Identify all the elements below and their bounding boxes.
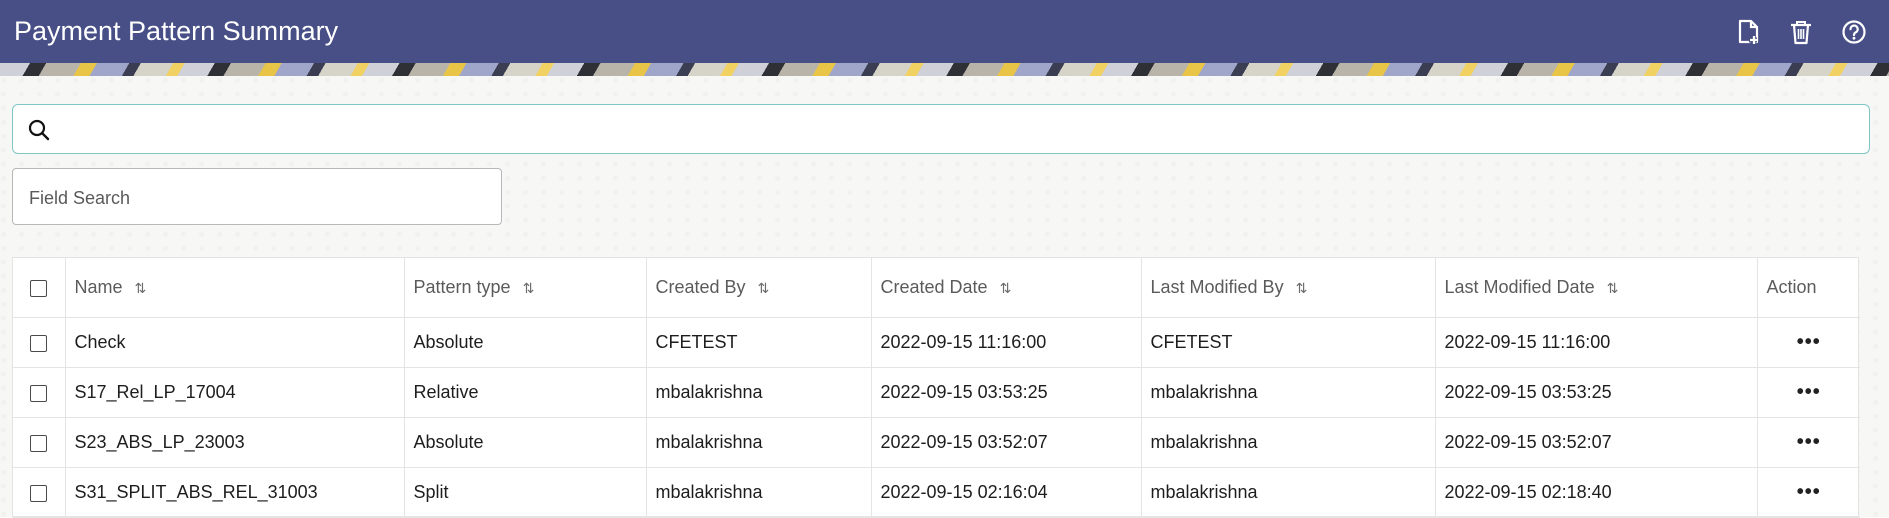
column-label: Name — [74, 277, 123, 297]
column-header-action: Action — [1757, 258, 1860, 318]
row-checkbox[interactable] — [30, 384, 48, 402]
cell-created-by: CFETEST — [646, 317, 872, 368]
table-row: S17_Rel_LP_17004 Relative mbalakrishna 2… — [13, 367, 1860, 418]
row-checkbox[interactable] — [30, 484, 48, 502]
cell-name[interactable]: S17_Rel_LP_17004 — [65, 367, 405, 418]
cell-pattern-type: Absolute — [404, 317, 647, 368]
row-select-cell — [13, 467, 66, 518]
column-label: Last Modified By — [1150, 277, 1284, 297]
more-actions-icon[interactable]: ••• — [1797, 381, 1821, 404]
table-row: S23_ABS_LP_23003 Absolute mbalakrishna 2… — [13, 417, 1860, 468]
cell-pattern-type: Absolute — [404, 417, 647, 468]
select-all-cell — [13, 258, 66, 318]
sort-icon[interactable]: ⇅ — [135, 280, 147, 297]
sort-icon[interactable]: ⇅ — [758, 280, 770, 297]
column-header-pattern-type[interactable]: Pattern type ⇅ — [404, 258, 647, 318]
cell-action: ••• — [1757, 467, 1860, 518]
column-header-last-modified-by[interactable]: Last Modified By ⇅ — [1141, 258, 1436, 318]
cell-created-by: mbalakrishna — [646, 417, 872, 468]
sort-icon[interactable]: ⇅ — [523, 280, 535, 297]
sort-icon[interactable]: ⇅ — [1000, 280, 1012, 297]
column-header-name[interactable]: Name ⇅ — [65, 258, 405, 318]
column-header-created-by[interactable]: Created By ⇅ — [646, 258, 872, 318]
column-label: Created By — [655, 277, 746, 297]
cell-last-modified-by: mbalakrishna — [1141, 417, 1436, 468]
cell-action: ••• — [1757, 317, 1860, 368]
more-actions-icon[interactable]: ••• — [1797, 431, 1821, 454]
cell-last-modified-date: 2022-09-15 02:18:40 — [1435, 467, 1758, 518]
row-select-cell — [13, 367, 66, 418]
table-row: Check Absolute CFETEST 2022-09-15 11:16:… — [13, 317, 1860, 368]
header-bar: Payment Pattern Summary — [0, 0, 1889, 63]
cell-action: ••• — [1757, 417, 1860, 468]
summary-table: Name ⇅ Pattern type ⇅ Created By ⇅ Created … — [12, 257, 1860, 518]
cell-last-modified-by: mbalakrishna — [1141, 467, 1436, 518]
cell-last-modified-by: CFETEST — [1141, 317, 1436, 368]
cell-created-date: 2022-09-15 03:52:07 — [871, 417, 1142, 468]
page-title: Payment Pattern Summary — [14, 16, 339, 46]
column-label: Created Date — [880, 277, 988, 297]
sort-icon[interactable]: ⇅ — [1296, 280, 1308, 297]
column-label: Last Modified Date — [1444, 277, 1595, 297]
cell-last-modified-date: 2022-09-15 03:53:25 — [1435, 367, 1758, 418]
cell-created-by: mbalakrishna — [646, 367, 872, 418]
cell-last-modified-date: 2022-09-15 03:52:07 — [1435, 417, 1758, 468]
cell-created-date: 2022-09-15 02:16:04 — [871, 467, 1142, 518]
table-row: S31_SPLIT_ABS_REL_31003 Split mbalakrish… — [13, 467, 1860, 518]
column-header-last-modified-date[interactable]: Last Modified Date ⇅ — [1435, 258, 1758, 318]
column-header-created-date[interactable]: Created Date ⇅ — [871, 258, 1142, 318]
cell-last-modified-date: 2022-09-15 11:16:00 — [1435, 317, 1758, 368]
cell-last-modified-by: mbalakrishna — [1141, 367, 1436, 418]
cell-name[interactable]: S31_SPLIT_ABS_REL_31003 — [65, 467, 405, 518]
row-select-cell — [13, 417, 66, 468]
cell-action: ••• — [1757, 367, 1860, 418]
more-actions-icon[interactable]: ••• — [1797, 331, 1821, 354]
cell-name[interactable]: S23_ABS_LP_23003 — [65, 417, 405, 468]
row-checkbox[interactable] — [30, 334, 48, 352]
cell-created-by: mbalakrishna — [646, 467, 872, 518]
add-document-icon[interactable] — [1733, 17, 1763, 47]
decorative-banner — [0, 63, 1889, 76]
field-search-input[interactable] — [27, 183, 491, 213]
cell-name[interactable]: Check — [65, 317, 405, 368]
cell-pattern-type: Split — [404, 467, 647, 518]
row-checkbox[interactable] — [30, 434, 48, 452]
select-all-checkbox[interactable] — [30, 279, 48, 297]
row-select-cell — [13, 317, 66, 368]
field-search-box[interactable] — [12, 168, 502, 225]
sort-icon[interactable]: ⇅ — [1607, 280, 1619, 297]
search-input[interactable] — [63, 113, 1857, 147]
delete-icon[interactable] — [1786, 17, 1816, 47]
column-label: Pattern type — [413, 277, 511, 297]
help-icon[interactable] — [1839, 17, 1869, 47]
cell-created-date: 2022-09-15 03:53:25 — [871, 367, 1142, 418]
table-header-row: Name ⇅ Pattern type ⇅ Created By ⇅ Created … — [13, 258, 1860, 318]
more-actions-icon[interactable]: ••• — [1797, 481, 1821, 504]
cell-pattern-type: Relative — [404, 367, 647, 418]
cell-created-date: 2022-09-15 11:16:00 — [871, 317, 1142, 368]
search-icon — [28, 119, 50, 141]
search-bar[interactable] — [12, 104, 1870, 154]
